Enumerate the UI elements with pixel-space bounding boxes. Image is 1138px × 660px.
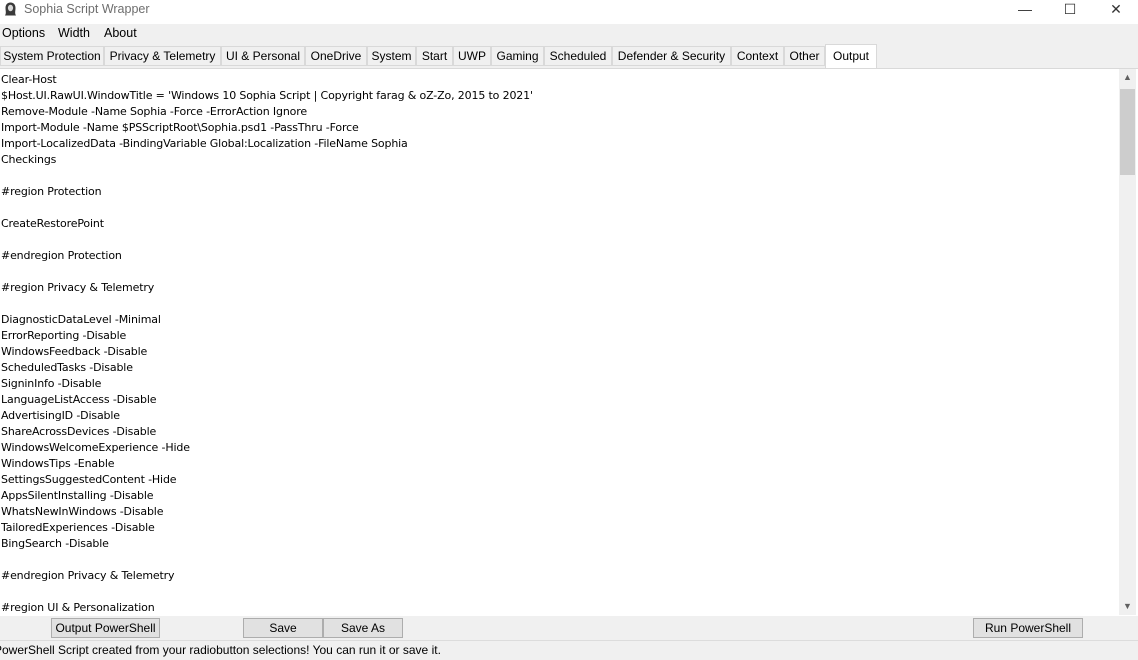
menu-about[interactable]: About (104, 26, 137, 40)
status-bar: PowerShell Script created from your radi… (0, 640, 1138, 660)
tab-start[interactable]: Start (416, 46, 453, 66)
tab-output[interactable]: Output (825, 44, 877, 68)
tab-gaming[interactable]: Gaming (491, 46, 544, 66)
save-as-button[interactable]: Save As (323, 618, 403, 638)
output-line: CreateRestorePoint (1, 217, 104, 230)
chevron-up-icon[interactable]: ▲ (1119, 69, 1136, 86)
tab-scheduled[interactable]: Scheduled (544, 46, 612, 66)
maximize-button[interactable]: ☐ (1047, 0, 1093, 20)
menu-options[interactable]: Options (2, 26, 45, 40)
output-line: Clear-Host (1, 73, 57, 86)
scroll-thumb[interactable] (1120, 89, 1135, 175)
window-title: Sophia Script Wrapper (24, 2, 150, 16)
output-line: DiagnosticDataLevel -Minimal (1, 313, 161, 326)
output-line: LanguageListAccess -Disable (1, 393, 157, 406)
output-line: Checkings (1, 153, 57, 166)
tab-onedrive[interactable]: OneDrive (305, 46, 367, 66)
tab-uwp[interactable]: UWP (453, 46, 491, 66)
output-line: ScheduledTasks -Disable (1, 361, 133, 374)
menu-width[interactable]: Width (58, 26, 90, 40)
tab-context[interactable]: Context (731, 46, 784, 66)
output-line: WindowsFeedback -Disable (1, 345, 148, 358)
output-line: #endregion Protection (1, 249, 122, 262)
close-button[interactable]: ✕ (1093, 0, 1138, 20)
output-line: ErrorReporting -Disable (1, 329, 127, 342)
output-line: SigninInfo -Disable (1, 377, 102, 390)
tab-other[interactable]: Other (784, 46, 825, 66)
output-line: #endregion Privacy & Telemetry (1, 569, 175, 582)
output-textbox[interactable]: Clear-Host $Host.UI.RawUI.WindowTitle = '… (1, 72, 1115, 614)
button-row: Output PowerShell Save Save As Run Power… (0, 616, 1138, 640)
tab-strip: System Protection Privacy & Telemetry UI… (0, 44, 1138, 68)
minimize-button[interactable]: — (1002, 0, 1048, 20)
output-line: $Host.UI.RawUI.WindowTitle = 'Windows 10… (1, 89, 533, 102)
run-powershell-button[interactable]: Run PowerShell (973, 618, 1083, 638)
output-line: #region Privacy & Telemetry (1, 281, 155, 294)
output-line: WindowsWelcomeExperience -Hide (1, 441, 190, 454)
output-line: BingSearch -Disable (1, 537, 109, 550)
title-bar: Sophia Script Wrapper — ☐ ✕ (0, 0, 1138, 24)
tab-ui-personal[interactable]: UI & Personal (221, 46, 305, 66)
menu-bar: Options Width About (0, 24, 1138, 44)
output-powershell-button[interactable]: Output PowerShell (51, 618, 160, 638)
tab-system[interactable]: System (367, 46, 416, 66)
output-line: #region Protection (1, 185, 102, 198)
output-line: Remove-Module -Name Sophia -Force -Error… (1, 105, 307, 118)
output-line: Import-Module -Name $PSScriptRoot\Sophia… (1, 121, 359, 134)
sophia-icon (5, 2, 16, 16)
output-line: SettingsSuggestedContent -Hide (1, 473, 177, 486)
output-line: AppsSilentInstalling -Disable (1, 489, 154, 502)
output-line: WhatsNewInWindows -Disable (1, 505, 164, 518)
status-text: PowerShell Script created from your radi… (0, 643, 441, 657)
tab-system-protection[interactable]: System Protection (0, 46, 104, 66)
output-line: AdvertisingID -Disable (1, 409, 120, 422)
save-button[interactable]: Save (243, 618, 323, 638)
vertical-scrollbar[interactable]: ▲ ▼ (1119, 69, 1136, 615)
output-line: WindowsTips -Enable (1, 457, 115, 470)
chevron-down-icon[interactable]: ▼ (1119, 598, 1136, 615)
output-line: Import-LocalizedData -BindingVariable Gl… (1, 137, 408, 150)
output-line: TailoredExperiences -Disable (1, 521, 155, 534)
tab-privacy-telemetry[interactable]: Privacy & Telemetry (104, 46, 221, 66)
output-line: ShareAcrossDevices -Disable (1, 425, 157, 438)
tab-defender-security[interactable]: Defender & Security (612, 46, 731, 66)
output-line: #region UI & Personalization (1, 601, 155, 614)
output-panel: Clear-Host $Host.UI.RawUI.WindowTitle = '… (0, 68, 1138, 616)
